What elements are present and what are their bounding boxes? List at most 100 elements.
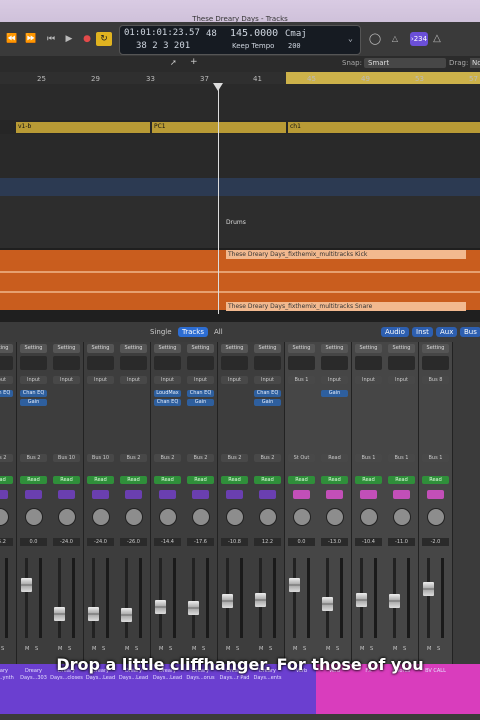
- track-name[interactable]: Dreary Days...closes: [50, 668, 83, 718]
- pan-knob[interactable]: [326, 508, 344, 526]
- solo-button[interactable]: S: [68, 646, 71, 652]
- eq-thumbnail[interactable]: [221, 356, 248, 370]
- eq-thumbnail[interactable]: [355, 356, 382, 370]
- send-slot[interactable]: Read: [321, 454, 348, 462]
- solo-button[interactable]: S: [303, 646, 306, 652]
- mute-button[interactable]: M: [293, 646, 297, 652]
- pan-knob[interactable]: [58, 508, 76, 526]
- group-slot[interactable]: [326, 490, 343, 499]
- input-slot[interactable]: Input: [120, 376, 147, 384]
- send-slot[interactable]: Bus 2: [187, 454, 214, 462]
- eq-thumbnail[interactable]: [20, 356, 47, 370]
- region[interactable]: v1-b: [16, 122, 150, 133]
- track-name[interactable]: Dreary Days...Lead: [117, 668, 150, 718]
- solo-button[interactable]: S: [437, 646, 440, 652]
- mute-button[interactable]: M: [159, 646, 163, 652]
- input-slot[interactable]: Input: [53, 376, 80, 384]
- track-name[interactable]: Dreary Days...Lead: [84, 668, 117, 718]
- eq-thumbnail[interactable]: [288, 356, 315, 370]
- automation-read-button[interactable]: Read: [20, 476, 47, 484]
- mute-button[interactable]: M: [125, 646, 129, 652]
- group-slot[interactable]: [0, 490, 8, 499]
- solo-button[interactable]: S: [269, 646, 272, 652]
- mute-button[interactable]: M: [226, 646, 230, 652]
- go-to-start-icon[interactable]: ⏮: [44, 32, 58, 46]
- plugin-slot[interactable]: Chan EQ: [20, 390, 47, 397]
- group-slot[interactable]: [293, 490, 310, 499]
- volume-fader[interactable]: [88, 607, 99, 621]
- setting-button[interactable]: Setting: [53, 344, 80, 353]
- plugin-slot[interactable]: LoudMax: [154, 390, 181, 397]
- volume-fader[interactable]: [389, 594, 400, 608]
- tab-single[interactable]: Single: [146, 327, 176, 337]
- eq-thumbnail[interactable]: [187, 356, 214, 370]
- track-name[interactable]: FX: [352, 668, 385, 718]
- automation-read-button[interactable]: Read: [254, 476, 281, 484]
- group-slot[interactable]: [226, 490, 243, 499]
- track-name[interactable]: BV CALL: [419, 668, 452, 718]
- input-slot[interactable]: Input: [254, 376, 281, 384]
- volume-fader[interactable]: [188, 601, 199, 615]
- mute-button[interactable]: M: [259, 646, 263, 652]
- group-slot[interactable]: [393, 490, 410, 499]
- tuner-icon[interactable]: △: [388, 32, 402, 46]
- tempo-value[interactable]: 145.0000: [230, 28, 278, 39]
- mute-button[interactable]: M: [58, 646, 62, 652]
- plugin-slot[interactable]: Gain: [254, 399, 281, 406]
- track-name[interactable]: Chorus: [385, 668, 418, 718]
- pan-knob[interactable]: [25, 508, 43, 526]
- rewind-icon[interactable]: ⏪: [5, 32, 19, 46]
- mute-button[interactable]: M: [427, 646, 431, 652]
- input-slot[interactable]: Input: [187, 376, 214, 384]
- setting-button[interactable]: Setting: [422, 344, 449, 353]
- automation-read-button[interactable]: Read: [422, 476, 449, 484]
- eq-thumbnail[interactable]: [388, 356, 415, 370]
- fast-forward-icon[interactable]: ⏩: [24, 32, 38, 46]
- setting-button[interactable]: Setting: [20, 344, 47, 353]
- filter-inst[interactable]: Inst: [412, 327, 433, 337]
- input-slot[interactable]: Input: [388, 376, 415, 384]
- region[interactable]: PC1: [152, 122, 286, 133]
- pan-knob[interactable]: [226, 508, 244, 526]
- automation-read-button[interactable]: Read: [120, 476, 147, 484]
- track-name[interactable]: Dreary Days...r Pad: [218, 668, 251, 718]
- send-slot[interactable]: Bus 2: [221, 454, 248, 462]
- automation-read-button[interactable]: Read: [388, 476, 415, 484]
- automation-read-button[interactable]: Read: [321, 476, 348, 484]
- volume-fader[interactable]: [322, 597, 333, 611]
- group-slot[interactable]: [125, 490, 142, 499]
- record-icon[interactable]: ●: [80, 32, 94, 46]
- solo-button[interactable]: S: [370, 646, 373, 652]
- tempo-mode[interactable]: Keep Tempo: [232, 42, 274, 50]
- setting-button[interactable]: Setting: [388, 344, 415, 353]
- input-slot[interactable]: Input: [355, 376, 382, 384]
- volume-fader[interactable]: [423, 582, 434, 596]
- automation-read-button[interactable]: Read: [355, 476, 382, 484]
- solo-button[interactable]: S: [236, 646, 239, 652]
- group-slot[interactable]: [360, 490, 377, 499]
- track-name[interactable]: Dreary Days...ents: [251, 668, 284, 718]
- automation-read-button[interactable]: Read: [53, 476, 80, 484]
- volume-fader[interactable]: [255, 593, 266, 607]
- group-slot[interactable]: [25, 490, 42, 499]
- setting-button[interactable]: Setting: [187, 344, 214, 353]
- pencil-tool-icon[interactable]: +: [190, 57, 198, 67]
- mute-button[interactable]: M: [326, 646, 330, 652]
- count-in-badge[interactable]: ›234: [410, 32, 428, 46]
- solo-button[interactable]: S: [403, 646, 406, 652]
- key-signature[interactable]: Cmaj: [285, 29, 307, 39]
- setting-button[interactable]: Setting: [221, 344, 248, 353]
- automation-read-button[interactable]: Read: [0, 476, 13, 484]
- eq-thumbnail[interactable]: [53, 356, 80, 370]
- pan-knob[interactable]: [427, 508, 445, 526]
- automation-read-button[interactable]: Read: [187, 476, 214, 484]
- automation-read-button[interactable]: Read: [154, 476, 181, 484]
- eq-thumbnail[interactable]: [120, 356, 147, 370]
- pan-knob[interactable]: [92, 508, 110, 526]
- group-slot[interactable]: [58, 490, 75, 499]
- filter-audio[interactable]: Audio: [381, 327, 409, 337]
- volume-fader[interactable]: [289, 578, 300, 592]
- track-name[interactable]: Dreary Days...Lead: [151, 668, 184, 718]
- group-slot[interactable]: [192, 490, 209, 499]
- filter-bus[interactable]: Bus: [460, 327, 480, 337]
